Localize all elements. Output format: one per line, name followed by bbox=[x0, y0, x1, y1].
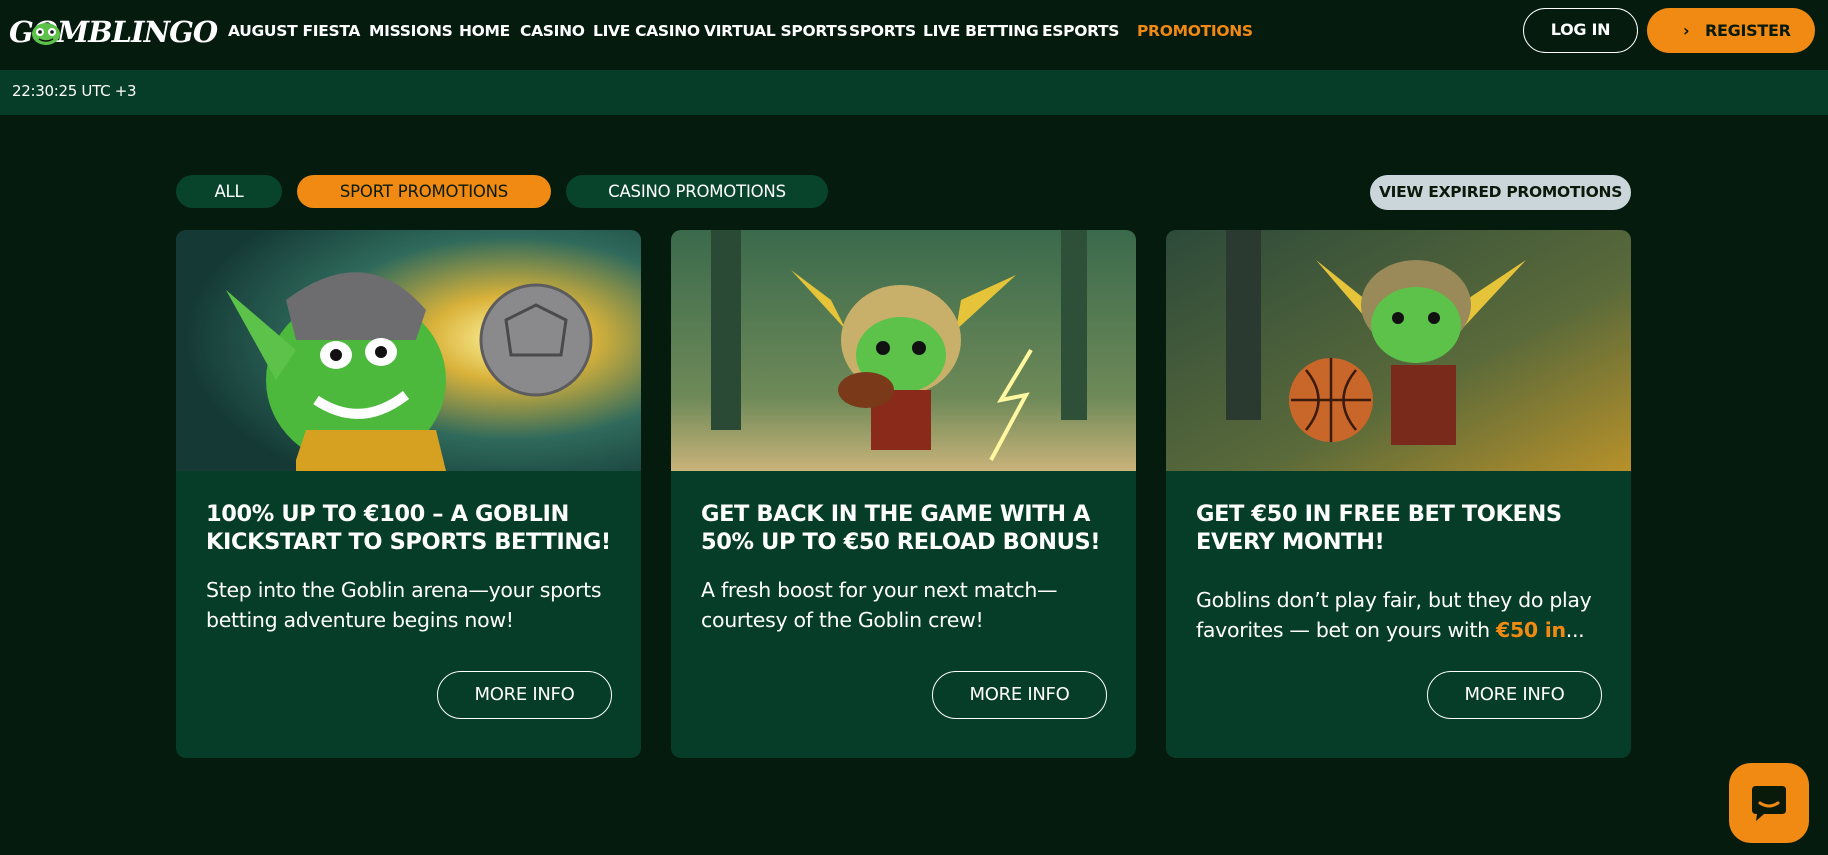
goblin-face-icon bbox=[32, 23, 60, 45]
nav-item-home[interactable]: HOME bbox=[459, 20, 510, 42]
promo-card: GET €50 IN FREE BET TOKENS EVERY MONTH! … bbox=[1166, 230, 1631, 758]
chat-bubble-icon bbox=[1752, 786, 1786, 821]
goblin-football-image bbox=[671, 230, 1136, 471]
promo-card: 100% UP TO €100 – A GOBLIN KICKSTART TO … bbox=[176, 230, 641, 758]
nav-item-live-betting[interactable]: LIVE BETTING bbox=[923, 20, 1039, 42]
register-label: REGISTER bbox=[1705, 21, 1791, 40]
filter-all-tab[interactable]: ALL bbox=[176, 175, 282, 208]
more-info-button[interactable]: MORE INFO bbox=[932, 671, 1107, 719]
chat-button[interactable] bbox=[1729, 763, 1809, 843]
promo-card: GET BACK IN THE GAME WITH A 50% UP TO €5… bbox=[671, 230, 1136, 758]
goblin-basketball-image bbox=[1166, 230, 1631, 471]
promo-title: 100% UP TO €100 – A GOBLIN KICKSTART TO … bbox=[206, 501, 611, 555]
goblin-soccer-image bbox=[176, 230, 641, 471]
more-info-button[interactable]: MORE INFO bbox=[1427, 671, 1602, 719]
register-button[interactable]: › REGISTER bbox=[1647, 8, 1815, 53]
promo-description: Step into the Goblin arena—your sports b… bbox=[206, 578, 602, 632]
chevron-right-icon: › bbox=[1683, 21, 1690, 40]
promo-title: GET €50 IN FREE BET TOKENS EVERY MONTH! bbox=[1196, 501, 1562, 555]
more-info-button[interactable]: MORE INFO bbox=[437, 671, 612, 719]
nav-item-august-fiesta[interactable]: AUGUST FIESTA bbox=[228, 20, 360, 42]
site-header: GOMBLINGO AUGUST FIESTA MISSIONS HOME CA… bbox=[0, 0, 1828, 70]
promo-description: Goblins don’t play fair, but they do pla… bbox=[1196, 585, 1606, 645]
nav-item-live-casino[interactable]: LIVE CASINO bbox=[593, 20, 700, 42]
time-bar: 22:30:25 UTC +3 bbox=[0, 70, 1828, 115]
clock-text: 22:30:25 UTC +3 bbox=[12, 82, 137, 100]
promo-description-highlight: €50 in bbox=[1495, 618, 1566, 642]
login-button[interactable]: LOG IN bbox=[1523, 8, 1638, 53]
nav-item-virtual-sports[interactable]: VIRTUAL SPORTS bbox=[704, 20, 848, 42]
nav-item-sports[interactable]: SPORTS bbox=[849, 20, 916, 42]
nav-item-missions[interactable]: MISSIONS bbox=[369, 20, 453, 42]
promo-description-ellipsis: ... bbox=[1565, 618, 1585, 642]
nav-item-esports[interactable]: ESPORTS bbox=[1042, 20, 1119, 42]
view-expired-promotions-button[interactable]: VIEW EXPIRED PROMOTIONS bbox=[1370, 175, 1631, 210]
nav-item-casino[interactable]: CASINO bbox=[520, 20, 585, 42]
promo-title: GET BACK IN THE GAME WITH A 50% UP TO €5… bbox=[701, 501, 1101, 555]
site-logo[interactable]: GOMBLINGO bbox=[9, 12, 218, 52]
filter-casino-promotions-tab[interactable]: CASINO PROMOTIONS bbox=[566, 175, 828, 208]
filter-sport-promotions-tab[interactable]: SPORT PROMOTIONS bbox=[297, 175, 551, 208]
nav-item-promotions[interactable]: PROMOTIONS bbox=[1137, 20, 1253, 42]
promo-description: A fresh boost for your next match—courte… bbox=[701, 578, 1058, 632]
